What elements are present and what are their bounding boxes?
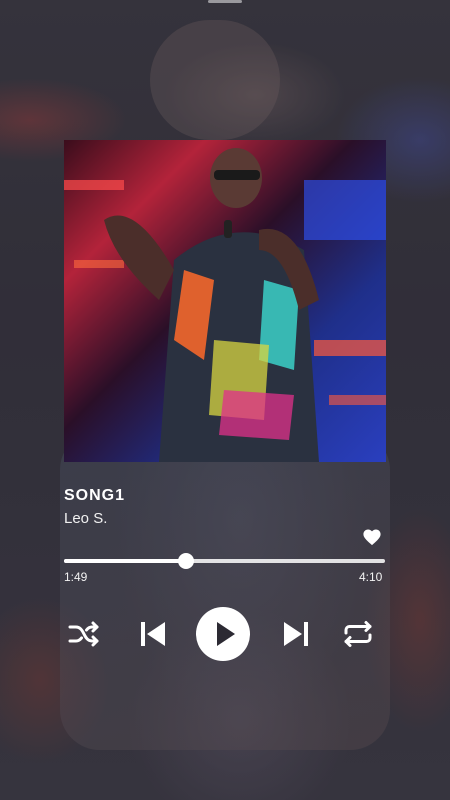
heart-icon[interactable] <box>362 528 382 546</box>
song-title: SONG1 <box>64 487 126 504</box>
status-indicator <box>208 0 242 3</box>
shuffle-button[interactable] <box>67 617 101 651</box>
next-button[interactable] <box>279 617 313 651</box>
skip-next-icon <box>284 622 308 646</box>
play-icon <box>217 622 235 646</box>
play-button[interactable] <box>196 607 250 661</box>
progress-fill <box>64 559 186 563</box>
progress-bar[interactable] <box>64 553 385 569</box>
repeat-button[interactable] <box>341 617 375 651</box>
elapsed-time: 1:49 <box>64 570 88 584</box>
repeat-icon <box>344 621 372 647</box>
progress-thumb[interactable] <box>177 553 194 569</box>
artist-name: Leo S. <box>64 510 108 527</box>
total-duration: 4:10 <box>359 570 383 584</box>
shuffle-icon <box>68 621 99 647</box>
previous-button[interactable] <box>136 617 170 651</box>
album-art <box>64 140 386 462</box>
skip-previous-icon <box>141 622 165 646</box>
